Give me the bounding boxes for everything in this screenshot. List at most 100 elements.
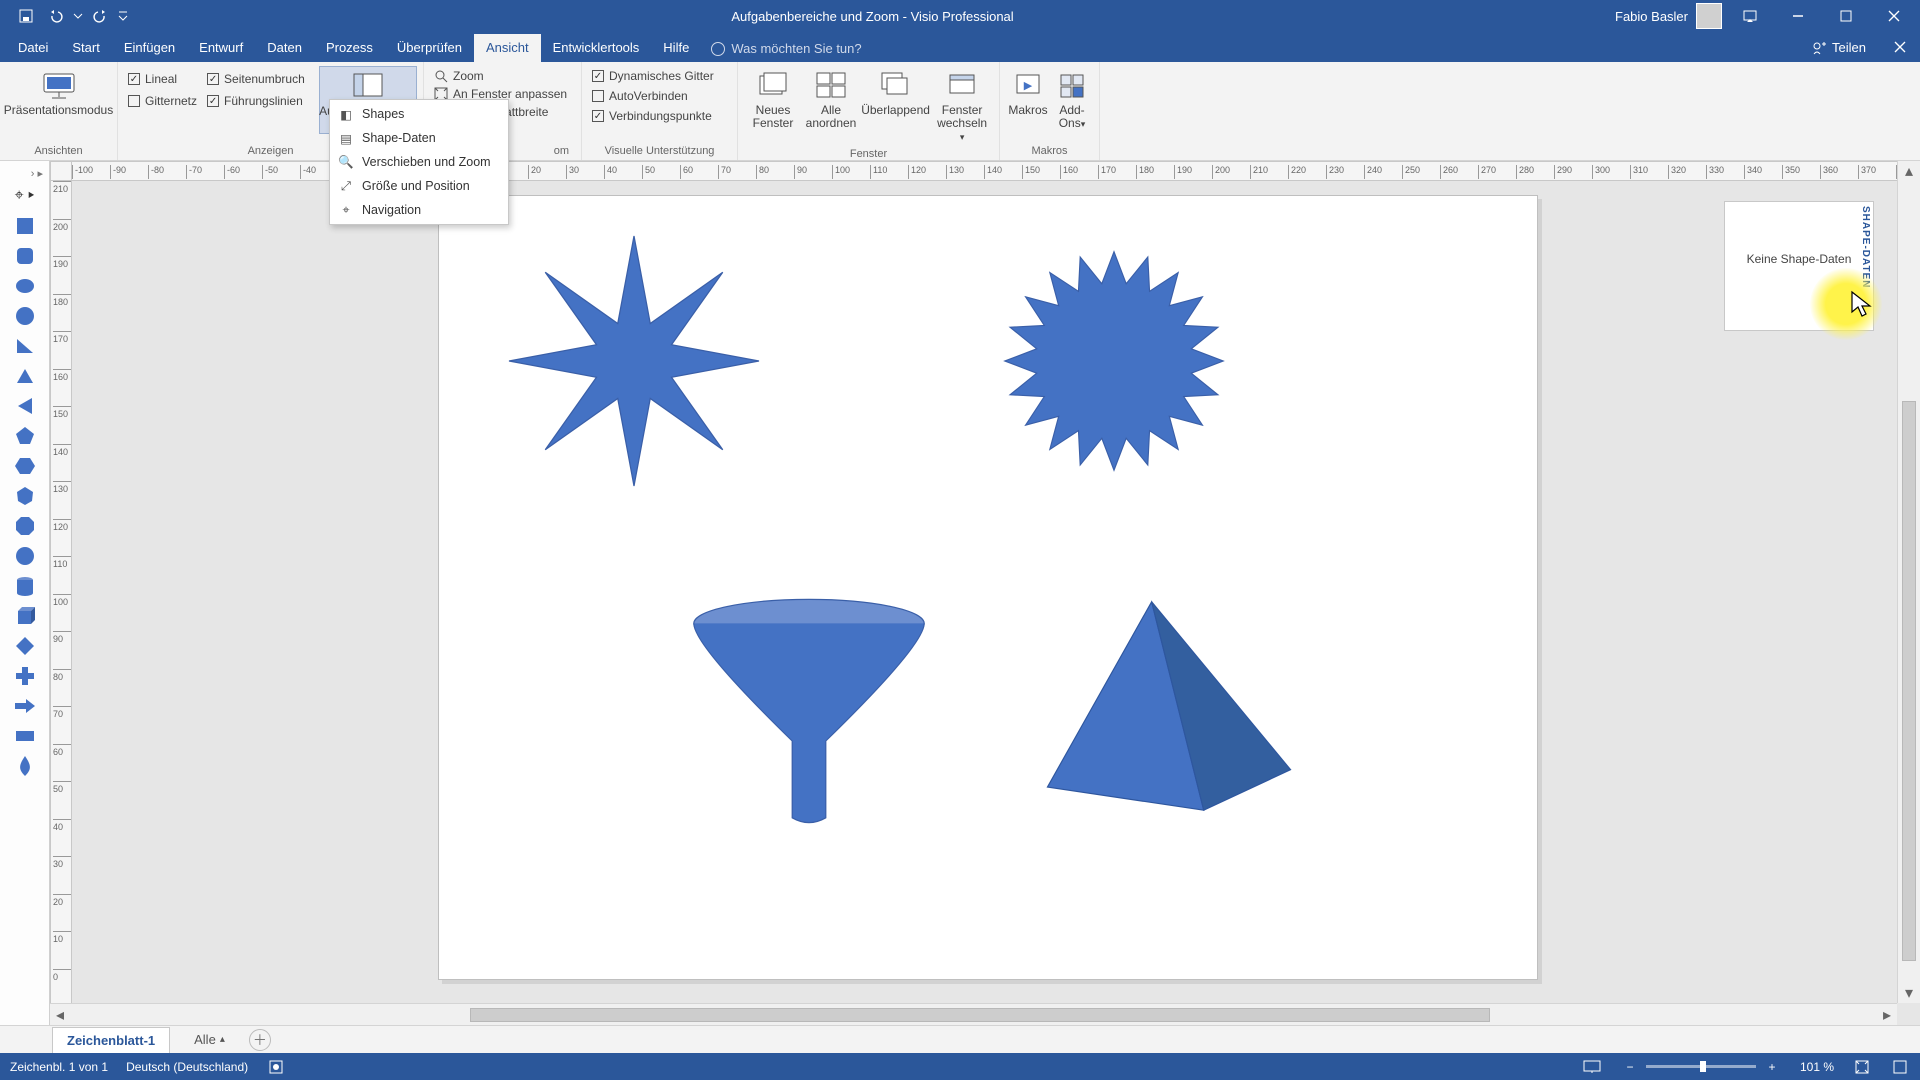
tab-entwurf[interactable]: Entwurf <box>187 34 255 62</box>
tab-einfuegen[interactable]: Einfügen <box>112 34 187 62</box>
chk-connection-points[interactable]: ✓Verbindungspunkte <box>588 108 718 124</box>
tab-ansicht[interactable]: Ansicht <box>474 34 541 62</box>
shape-burst-seal[interactable] <box>999 246 1229 476</box>
close-button[interactable] <box>1874 0 1914 32</box>
chk-autoconnect[interactable]: AutoVerbinden <box>588 88 718 104</box>
tab-file[interactable]: Datei <box>6 34 60 62</box>
minimize-button[interactable] <box>1778 0 1818 32</box>
fullscreen-icon[interactable] <box>1890 1057 1910 1077</box>
mini-rounded-square[interactable] <box>13 245 37 267</box>
presentation-mode-button[interactable]: Präsentationsmodus <box>6 66 111 119</box>
v-scroll-thumb[interactable] <box>1902 401 1916 961</box>
pointer-tool-icon[interactable]: ⌖ ▸ <box>0 185 49 207</box>
mini-triangle-left[interactable] <box>13 395 37 417</box>
share-button[interactable]: Teilen <box>1803 34 1880 62</box>
chk-dynamic-grid[interactable]: ✓Dynamisches Gitter <box>588 68 718 84</box>
quick-access-toolbar <box>0 2 130 30</box>
shape-funnel[interactable] <box>689 596 929 826</box>
dd-shape-data[interactable]: ▤Shape-Daten <box>330 126 508 150</box>
mini-pentagon[interactable] <box>13 425 37 447</box>
mini-diamond[interactable] <box>13 635 37 657</box>
save-button[interactable] <box>12 2 40 30</box>
vertical-scrollbar[interactable]: ▴ ▾ <box>1897 161 1920 1003</box>
zoom-out-button[interactable]: − <box>1620 1057 1640 1077</box>
chk-seitenumbruch[interactable]: ✓Seitenumbruch <box>207 72 305 86</box>
qat-customize[interactable] <box>116 2 130 30</box>
ribbon-display-options[interactable] <box>1730 0 1770 32</box>
horizontal-ruler[interactable]: -100-90-80-70-60-50-40-30-20-10010203040… <box>50 161 1897 181</box>
mini-cross[interactable] <box>13 665 37 687</box>
dd-size-position[interactable]: ⤢Größe und Position <box>330 174 508 198</box>
mini-ellipse[interactable] <box>13 275 37 297</box>
undo-dropdown[interactable] <box>72 2 84 30</box>
arrange-all-button[interactable]: Alle anordnen <box>802 66 860 132</box>
chk-lineal[interactable]: ✓Lineal <box>128 72 197 86</box>
tab-prozess[interactable]: Prozess <box>314 34 385 62</box>
user-avatar[interactable] <box>1696 3 1722 29</box>
scroll-left-button[interactable]: ◂ <box>50 1005 70 1025</box>
shape-star-8pt[interactable] <box>509 236 759 486</box>
maximize-button[interactable] <box>1826 0 1866 32</box>
tab-entwicklertools[interactable]: Entwicklertools <box>541 34 652 62</box>
mini-triangle[interactable] <box>13 365 37 387</box>
zoom-level[interactable]: 101 % <box>1800 1060 1834 1074</box>
mini-flag[interactable] <box>13 725 37 747</box>
zoom-slider[interactable]: − + <box>1620 1057 1782 1077</box>
dd-pan-zoom[interactable]: 🔍Verschieben und Zoom <box>330 150 508 174</box>
scroll-up-button[interactable]: ▴ <box>1899 161 1919 181</box>
vertical-ruler[interactable]: 2102001901801701601501401301201101009080… <box>50 181 72 1003</box>
redo-button[interactable] <box>86 2 114 30</box>
zoom-in-button[interactable]: + <box>1762 1057 1782 1077</box>
mini-heptagon[interactable] <box>13 485 37 507</box>
scroll-right-button[interactable]: ▸ <box>1877 1005 1897 1025</box>
cascade-button[interactable]: Überlappend <box>860 66 931 119</box>
user-name[interactable]: Fabio Basler <box>1615 9 1688 24</box>
tell-me-search[interactable]: Was möchten Sie tun? <box>707 41 871 62</box>
tab-hilfe[interactable]: Hilfe <box>651 34 701 62</box>
scroll-down-button[interactable]: ▾ <box>1899 983 1919 1003</box>
mini-right-triangle[interactable] <box>13 335 37 357</box>
mini-decagon[interactable] <box>13 545 37 567</box>
shape-pyramid[interactable] <box>1039 596 1299 816</box>
undo-button[interactable] <box>42 2 70 30</box>
dd-shapes[interactable]: ◧Shapes <box>330 102 508 126</box>
expand-shapes-handle[interactable]: › ▸ <box>0 161 49 185</box>
zoom-track[interactable] <box>1646 1065 1756 1068</box>
page-tab-all[interactable]: Alle ▴ <box>180 1027 239 1052</box>
tab-start[interactable]: Start <box>60 34 111 62</box>
shape-data-pane[interactable]: SHAPE-DATEN Keine Shape-Daten <box>1724 201 1874 331</box>
horizontal-scrollbar[interactable]: ◂ ▸ <box>50 1003 1897 1025</box>
macro-record-icon[interactable] <box>266 1057 286 1077</box>
close-document-button[interactable] <box>1880 41 1920 62</box>
h-scroll-thumb[interactable] <box>470 1008 1490 1022</box>
add-page-button[interactable]: ＋ <box>249 1029 271 1051</box>
dd-navigation[interactable]: ⌖Navigation <box>330 198 508 222</box>
drawing-page[interactable] <box>438 195 1538 980</box>
chk-gitternetz[interactable]: Gitternetz <box>128 94 197 108</box>
fit-page-icon[interactable] <box>1852 1057 1872 1077</box>
share-label: Teilen <box>1832 40 1866 55</box>
zoom-button[interactable]: Zoom <box>430 68 571 84</box>
mini-hexagon[interactable] <box>13 455 37 477</box>
new-window-button[interactable]: Neues Fenster <box>744 66 802 132</box>
presentation-icon <box>42 68 76 102</box>
mini-circle[interactable] <box>13 305 37 327</box>
mini-square[interactable] <box>13 215 37 237</box>
mini-cube[interactable] <box>13 605 37 627</box>
mini-can[interactable] <box>13 575 37 597</box>
macros-button[interactable]: ▶Makros <box>1006 66 1050 119</box>
status-language[interactable]: Deutsch (Deutschland) <box>126 1060 248 1074</box>
tab-ueberpruefen[interactable]: Überprüfen <box>385 34 474 62</box>
presentation-view-icon[interactable] <box>1582 1057 1602 1077</box>
mini-octagon[interactable] <box>13 515 37 537</box>
addons-button[interactable]: Add- Ons▾ <box>1050 66 1094 132</box>
page-tab-1[interactable]: Zeichenblatt-1 <box>52 1027 170 1053</box>
mini-arrow[interactable] <box>13 695 37 717</box>
zoom-thumb[interactable] <box>1700 1061 1706 1072</box>
switch-window-button[interactable]: Fenster wechseln ▾ <box>931 66 993 146</box>
shapes-panel-collapsed: › ▸ ⌖ ▸ <box>0 161 50 1025</box>
drawing-canvas[interactable]: SHAPE-DATEN Keine Shape-Daten <box>72 181 1897 1003</box>
chk-fuehrungslinien[interactable]: ✓Führungslinien <box>207 94 305 108</box>
tab-daten[interactable]: Daten <box>255 34 314 62</box>
mini-drop[interactable] <box>13 755 37 777</box>
